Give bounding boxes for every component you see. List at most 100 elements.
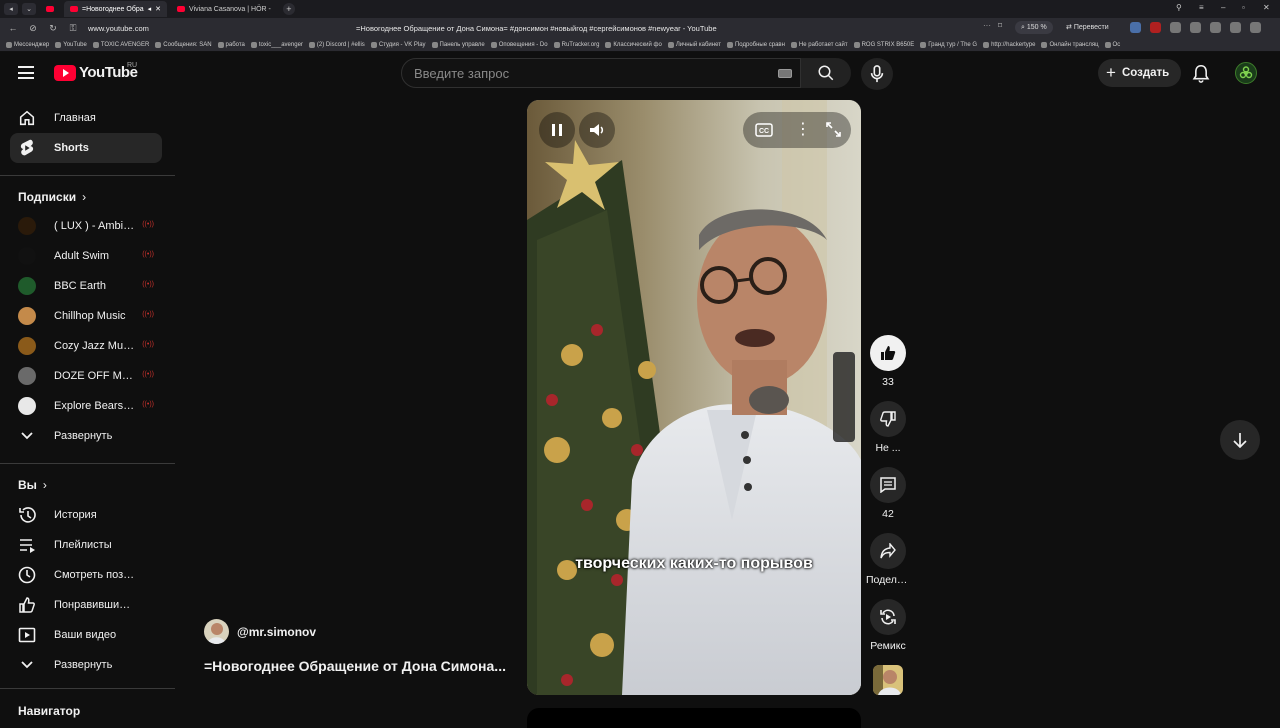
extension-icon[interactable] (1150, 22, 1161, 33)
extension-icon[interactable] (1250, 22, 1261, 33)
reload-icon[interactable]: ↻ (46, 23, 60, 34)
subscription-item[interactable]: ( LUX ) - Ambient...((•)) (10, 211, 162, 241)
like-button[interactable] (870, 335, 906, 371)
bookmark-item[interactable]: YouTube (55, 41, 87, 48)
captions-icon[interactable]: CC (755, 123, 773, 137)
bookmark-favicon-icon (983, 41, 990, 48)
tab-current[interactable]: =Новогоднее Обра ◂ ✕ (64, 1, 168, 17)
dislike-button[interactable] (870, 401, 906, 437)
search-button[interactable] (801, 58, 851, 88)
subscriptions-heading[interactable]: Подписки › (18, 190, 86, 204)
comments-button[interactable] (870, 467, 906, 503)
sidebar-item-watch-later[interactable]: Смотреть позже (10, 560, 162, 590)
bookmark-item[interactable]: Онлайн трансляц (1041, 41, 1099, 48)
bookmark-item[interactable]: Личный кабинет (667, 41, 721, 48)
fullscreen-icon[interactable] (826, 122, 841, 137)
youtube-favicon-icon (177, 6, 186, 12)
bookmark-item[interactable]: toxic___avenger (250, 41, 303, 48)
search-input[interactable] (414, 65, 754, 81)
tab-list-button[interactable]: ⌄ (22, 3, 36, 15)
channel-avatar[interactable] (204, 619, 229, 644)
lock-icon[interactable]: ⚿ (66, 23, 80, 34)
bookmark-item[interactable]: TOXIC AVENGER (92, 41, 149, 48)
bookmark-item[interactable]: Подробные сравн (726, 41, 785, 48)
bookmark-icon[interactable]: ⌑ (998, 21, 1002, 30)
remix-button[interactable] (870, 599, 906, 635)
subscription-item[interactable]: DOZE OFF MEDU...((•)) (10, 361, 162, 391)
bookmark-item[interactable]: (2) Discord | #ellis (308, 41, 365, 48)
shorts-video-player[interactable]: CC ⋮ творческих каких-то порывов (527, 100, 861, 695)
more-vertical-icon[interactable]: ⋮ (795, 122, 811, 138)
zoom-indicator[interactable]: ⌕ 150 % (1015, 21, 1053, 34)
back-icon[interactable]: ← (6, 23, 20, 33)
short-title[interactable]: =Новогоднее Обращение от Дона Симона... (204, 658, 520, 674)
shield-icon[interactable]: ⊘ (26, 23, 40, 34)
bookmark-item[interactable]: Гранд тур / The G (920, 41, 977, 48)
translate-button[interactable]: ⇄ Перевести (1060, 21, 1115, 34)
audio-source-thumbnail[interactable] (873, 665, 903, 695)
bookmark-item[interactable]: Сообщения: SAN (155, 41, 212, 48)
bookmark-item[interactable]: Ос (1104, 41, 1120, 48)
new-tab-button[interactable]: + (282, 3, 295, 15)
volume-button[interactable] (579, 112, 615, 148)
create-button[interactable]: + Создать (1098, 59, 1182, 87)
bookmark-favicon-icon (490, 41, 497, 48)
bookmark-favicon-icon (92, 41, 99, 48)
tab-youtube-muted[interactable] (40, 1, 60, 17)
bookmark-item[interactable]: http://hackertype (983, 41, 1035, 48)
bookmark-item[interactable]: Не работает сайт (790, 41, 848, 48)
extension-icon[interactable] (1230, 22, 1241, 33)
sidebar-item-playlists[interactable]: Плейлисты (10, 530, 162, 560)
subscription-item[interactable]: Chillhop Music ((•)) (10, 301, 162, 331)
guide-menu-icon[interactable] (18, 66, 34, 79)
sidebar-item-history[interactable]: История (10, 500, 162, 530)
keyboard-icon[interactable] (778, 69, 792, 78)
extension-icon[interactable] (1190, 22, 1201, 33)
tab-other[interactable]: Viviana Casanova | HÖR - (171, 1, 277, 17)
subscriptions-expand[interactable]: Развернуть (10, 421, 162, 451)
subscription-item[interactable]: Cozy Jazz Music ((•)) (10, 331, 162, 361)
subscription-item[interactable]: Adult Swim ((•)) (10, 241, 162, 271)
url-field[interactable]: www.youtube.com (88, 24, 149, 33)
voice-search-button[interactable] (861, 58, 893, 90)
bookmark-item[interactable]: Оповещения - Do (490, 41, 548, 48)
menu-icon[interactable]: ≡ (1199, 3, 1204, 12)
subscription-item[interactable]: Explore Bears & ...((•)) (10, 391, 162, 421)
sidebar-item-home[interactable]: Главная (10, 103, 162, 133)
extension-icon[interactable] (1170, 22, 1181, 33)
extension-icon[interactable] (1130, 22, 1141, 33)
pause-button[interactable] (539, 112, 575, 148)
maximize-icon[interactable]: ▫ (1242, 3, 1245, 12)
tab-close-icon[interactable]: ✕ (155, 5, 161, 13)
bookmark-favicon-icon (308, 41, 315, 48)
channel-handle[interactable]: @mr.simonov (237, 625, 316, 639)
next-short-preview[interactable] (527, 708, 861, 728)
bookmark-item[interactable]: Мессенджер (6, 41, 49, 48)
sidebar-item-liked[interactable]: Понравившиеся (10, 590, 162, 620)
account-avatar[interactable] (1235, 62, 1257, 84)
bookmark-item[interactable]: Панель управле (431, 41, 485, 48)
sidebar-item-shorts[interactable]: Shorts (10, 133, 162, 163)
share-button[interactable] (870, 533, 906, 569)
sidebar-item-your-videos[interactable]: Ваши видео (10, 620, 162, 650)
bookmark-item[interactable]: ROG STRIX B650E (853, 41, 914, 48)
subscription-item[interactable]: BBC Earth ((•)) (10, 271, 162, 301)
more-icon[interactable]: ··· (983, 21, 991, 30)
extension-floating-panel[interactable] (833, 352, 855, 442)
you-heading[interactable]: Вы › (18, 478, 47, 492)
minimize-icon[interactable]: – (1221, 3, 1225, 12)
bookmark-item[interactable]: RuTracker.org (553, 41, 599, 48)
channel-avatar (18, 247, 36, 265)
notifications-button[interactable] (1192, 64, 1210, 88)
tab-audio-icon[interactable]: ◂ (148, 5, 152, 13)
extension-icon[interactable] (1210, 22, 1221, 33)
you-expand[interactable]: Развернуть (10, 650, 162, 680)
browser-menu-button[interactable]: ◂ (4, 3, 18, 15)
pin-icon[interactable]: ⚲ (1176, 3, 1182, 12)
bookmark-item[interactable]: Студия - VK Play (370, 41, 426, 48)
close-window-icon[interactable]: ✕ (1263, 3, 1270, 12)
next-short-button[interactable] (1220, 420, 1260, 460)
bookmark-item[interactable]: работа (217, 41, 245, 48)
bookmark-item[interactable]: Классический фо (605, 41, 662, 48)
youtube-logo[interactable]: YouTube (54, 64, 138, 81)
